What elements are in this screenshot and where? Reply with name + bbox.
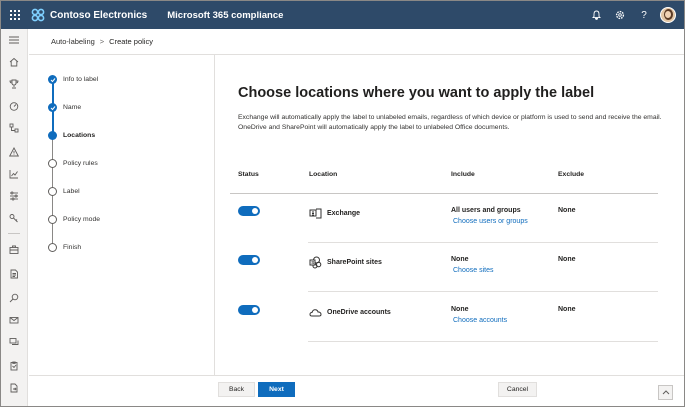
row-divider [308, 242, 658, 243]
left-nav-rail [1, 29, 28, 406]
brand[interactable]: Contoso Electronics [31, 8, 147, 22]
exclude-value: None [558, 256, 576, 263]
cancel-button[interactable]: Cancel [498, 382, 537, 397]
step-finish: Finish [63, 244, 82, 251]
brand-name: Contoso Electronics [50, 9, 148, 21]
gear-icon[interactable] [608, 1, 632, 29]
wizard-steps: Info to label Name Locations Policy rule… [29, 55, 215, 375]
choose-users-or-groups-link[interactable]: Choose users or groups [453, 218, 528, 225]
exchange-icon [309, 207, 322, 220]
breadcrumb-current: Create policy [109, 37, 153, 46]
filter-settings-icon[interactable] [7, 189, 21, 203]
mail-icon[interactable] [7, 313, 21, 327]
breadcrumb: Auto-labeling > Create policy [51, 37, 153, 46]
help-icon[interactable]: ? [632, 1, 656, 29]
chevron-up-icon [662, 390, 669, 395]
location-name: SharePoint sites [327, 259, 382, 266]
app-name[interactable]: Microsoft 365 compliance [167, 10, 283, 21]
location-name: OneDrive accounts [327, 309, 391, 316]
step-pending-dot [48, 215, 57, 224]
breadcrumb-separator: > [99, 37, 105, 46]
step-locations[interactable]: Locations [63, 132, 95, 139]
location-onedrive: OneDrive accounts [309, 306, 391, 319]
cases-icon[interactable] [7, 243, 21, 257]
scroll-to-top-button[interactable] [658, 385, 673, 400]
contoso-logo-icon [31, 8, 45, 22]
gauge-icon[interactable] [7, 99, 21, 113]
choose-sites-link[interactable]: Choose sites [453, 267, 493, 274]
step-current-dot [48, 131, 57, 140]
clipboard-icon[interactable] [7, 359, 21, 373]
hamburger-icon[interactable] [7, 33, 21, 47]
footer-divider [29, 375, 684, 376]
back-button[interactable]: Back [218, 382, 255, 397]
location-sharepoint: S SharePoint sites [309, 256, 382, 269]
trophy-icon[interactable] [7, 77, 21, 91]
bell-icon[interactable] [584, 1, 608, 29]
step-policy-mode: Policy mode [63, 216, 101, 223]
step-pending-dot [48, 243, 57, 252]
step-name[interactable]: Name [63, 104, 81, 111]
rail-divider [8, 233, 20, 234]
include-value: None [451, 306, 469, 313]
step-done-check-icon [48, 75, 57, 84]
exclude-value: None [558, 207, 576, 214]
sharepoint-status-toggle[interactable] [238, 255, 260, 265]
onedrive-status-toggle[interactable] [238, 305, 260, 315]
column-header-include: Include [451, 171, 475, 178]
top-right-actions: ? [584, 1, 684, 29]
step-pending-dot [48, 187, 57, 196]
chat-icon[interactable] [7, 335, 21, 349]
classification-icon[interactable] [7, 121, 21, 135]
home-icon[interactable] [7, 55, 21, 69]
breadcrumb-parent[interactable]: Auto-labeling [51, 37, 95, 46]
chart-icon[interactable] [7, 167, 21, 181]
row-divider [308, 341, 658, 342]
waffle-icon[interactable] [1, 1, 29, 29]
main-panel: Choose locations where you want to apply… [216, 55, 684, 375]
svg-text:S: S [311, 260, 314, 265]
column-header-location: Location [309, 171, 338, 178]
choose-accounts-link[interactable]: Choose accounts [453, 317, 507, 324]
step-label: Label [63, 188, 80, 195]
include-value: All users and groups [451, 207, 521, 214]
avatar[interactable] [660, 7, 676, 23]
location-name: Exchange [327, 210, 361, 217]
exchange-status-toggle[interactable] [238, 206, 260, 216]
step-info-to-label[interactable]: Info to label [63, 76, 98, 83]
row-divider [308, 291, 658, 292]
column-header-status: Status [238, 171, 259, 178]
next-button[interactable]: Next [258, 382, 295, 397]
alert-icon[interactable] [7, 145, 21, 159]
location-exchange: Exchange [309, 207, 360, 220]
step-policy-rules: Policy rules [63, 160, 98, 167]
app-window: Contoso Electronics Microsoft 365 compli… [0, 0, 685, 407]
page-title: Choose locations where you want to apply… [238, 85, 595, 101]
top-bar: Contoso Electronics Microsoft 365 compli… [1, 1, 684, 29]
sharepoint-icon: S [309, 256, 322, 269]
step-done-check-icon [48, 103, 57, 112]
key-icon[interactable] [7, 211, 21, 225]
column-header-exclude: Exclude [558, 171, 585, 178]
include-value: None [451, 256, 469, 263]
page-description: Exchange will automatically apply the la… [238, 114, 662, 131]
onedrive-icon [309, 306, 322, 319]
step-pending-dot [48, 159, 57, 168]
exclude-value: None [558, 306, 576, 313]
search-icon[interactable] [7, 291, 21, 305]
document-icon[interactable] [7, 267, 21, 281]
export-icon[interactable] [7, 381, 21, 395]
table-header-divider [230, 193, 658, 194]
